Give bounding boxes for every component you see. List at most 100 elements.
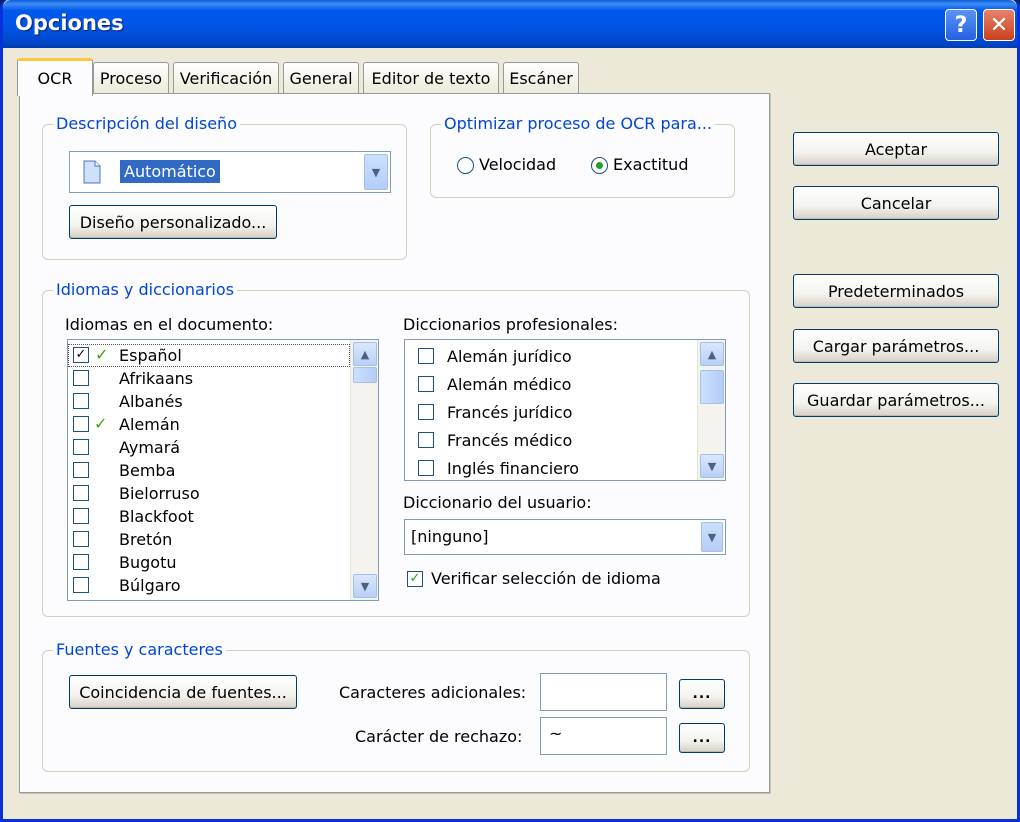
verify-language-label[interactable]: Verificar selección de idioma (431, 569, 661, 588)
list-item[interactable]: Bielorruso (68, 482, 350, 505)
pro-dictionaries-scrollbar[interactable]: ▲ ▼ (697, 340, 725, 480)
language-checkbox[interactable] (73, 554, 89, 570)
radio-selected-dot (596, 162, 603, 169)
tab-proceso[interactable]: Proceso (93, 62, 169, 94)
tab-escaner[interactable]: Escáner (503, 62, 579, 94)
language-checkbox[interactable] (73, 577, 89, 593)
language-name: Bielorruso (119, 484, 200, 503)
language-checkbox[interactable] (73, 393, 89, 409)
language-name: Bugotu (119, 553, 177, 572)
dictionary-checkbox[interactable] (418, 460, 434, 476)
group-legend: Optimizar proceso de OCR para... (441, 114, 716, 133)
speed-label[interactable]: Velocidad (479, 155, 556, 174)
language-checkbox[interactable] (73, 416, 89, 432)
tab-editor-de-texto[interactable]: Editor de texto (363, 62, 499, 94)
custom-layout-button[interactable]: Diseño personalizado... (69, 205, 277, 239)
languages-listbox[interactable]: ✓ ✓ Español Afrikaans Albanés ✓ Alemán A… (67, 339, 379, 601)
list-item[interactable]: Blackfoot (68, 505, 350, 528)
layout-combobox[interactable]: Automático ▼ (69, 151, 391, 193)
save-parameters-button[interactable]: Guardar parámetros... (793, 383, 999, 417)
group-legend: Descripción del diseño (53, 114, 240, 133)
language-name: Bemba (119, 461, 176, 480)
title-bar[interactable]: Opciones ? ✕ (3, 0, 1017, 48)
group-legend: Fuentes y caracteres (53, 640, 226, 659)
dictionary-name: Francés médico (447, 431, 573, 450)
tab-ocr[interactable]: OCR (17, 58, 93, 96)
scroll-up-icon[interactable]: ▲ (700, 342, 724, 366)
scroll-down-icon[interactable]: ▼ (700, 454, 724, 478)
languages-dictionaries-group: Idiomas y diccionarios Idiomas en el doc… (42, 280, 750, 617)
scroll-down-icon[interactable]: ▼ (353, 574, 377, 598)
list-item[interactable]: Alemán jurídico (405, 345, 697, 368)
list-item[interactable]: Búlgaro (68, 574, 350, 597)
close-button[interactable]: ✕ (983, 9, 1015, 41)
button-label: ... (692, 686, 712, 702)
language-checkbox[interactable] (73, 508, 89, 524)
language-checkbox[interactable] (73, 462, 89, 478)
extra-chars-browse-button[interactable]: ... (679, 679, 725, 709)
reject-char-input[interactable]: ~ (540, 717, 667, 755)
language-checkbox[interactable]: ✓ (73, 347, 89, 363)
list-item[interactable]: ✓ Alemán (68, 413, 350, 436)
ok-button[interactable]: Aceptar (793, 132, 999, 166)
pro-dictionaries-listbox[interactable]: Alemán jurídico Alemán médico Francés ju… (404, 339, 726, 481)
list-item[interactable]: Inglés financiero (405, 457, 697, 480)
dictionary-check-icon: ✓ (95, 346, 113, 364)
language-checkbox[interactable] (73, 439, 89, 455)
list-item[interactable]: Francés jurídico (405, 401, 697, 424)
list-item[interactable]: Bugotu (68, 551, 350, 574)
button-label: Cargar parámetros... (812, 336, 980, 356)
languages-scrollbar[interactable]: ▲ ▼ (350, 340, 378, 600)
tab-verificacion[interactable]: Verificación (173, 62, 279, 94)
dictionary-checkbox[interactable] (418, 376, 434, 392)
dictionary-name: Francés jurídico (447, 403, 573, 422)
button-label: Guardar parámetros... (807, 390, 985, 410)
scrollbar-thumb[interactable] (353, 367, 377, 383)
button-label: Diseño personalizado... (79, 212, 267, 232)
dictionary-name: Alemán médico (447, 375, 572, 394)
chevron-down-icon[interactable]: ▼ (364, 154, 388, 190)
user-dictionary-combobox[interactable]: [ninguno] ▼ (404, 519, 726, 555)
accuracy-radio[interactable] (591, 157, 608, 174)
language-checkbox[interactable] (73, 370, 89, 386)
cancel-button[interactable]: Cancelar (793, 186, 999, 220)
language-name: Blackfoot (119, 507, 194, 526)
list-item[interactable]: Afrikaans (68, 367, 350, 390)
font-matching-button[interactable]: Coincidencia de fuentes... (69, 675, 297, 709)
user-dictionary-value: [ninguno] (411, 527, 489, 546)
verify-language-checkbox[interactable]: ✓ (407, 571, 423, 587)
chevron-down-icon[interactable]: ▼ (701, 522, 723, 552)
dictionary-checkbox[interactable] (418, 432, 434, 448)
close-icon: ✕ (989, 12, 1009, 38)
tab-general[interactable]: General (283, 62, 359, 94)
language-name: Bretón (119, 530, 173, 549)
scroll-up-icon[interactable]: ▲ (353, 342, 377, 366)
list-item[interactable]: Bemba (68, 459, 350, 482)
list-item[interactable]: Albanés (68, 390, 350, 413)
language-name: Afrikaans (119, 369, 194, 388)
extra-chars-input[interactable] (540, 673, 667, 711)
reject-char-browse-button[interactable]: ... (679, 723, 725, 753)
help-button[interactable]: ? (945, 9, 977, 41)
group-legend: Idiomas y diccionarios (53, 280, 237, 299)
button-label: ... (692, 730, 712, 746)
list-item[interactable]: Francés médico (405, 429, 697, 452)
list-item[interactable]: Bretón (68, 528, 350, 551)
options-dialog: Opciones ? ✕ OCR Proceso Verificación Ge… (0, 0, 1020, 822)
languages-label: Idiomas en el documento: (65, 315, 274, 334)
button-label: Aceptar (864, 139, 928, 159)
language-checkbox[interactable] (73, 485, 89, 501)
language-checkbox[interactable] (73, 531, 89, 547)
speed-radio[interactable] (457, 157, 474, 174)
dictionary-checkbox[interactable] (418, 404, 434, 420)
load-parameters-button[interactable]: Cargar parámetros... (793, 329, 999, 363)
list-item[interactable]: Aymará (68, 436, 350, 459)
list-item[interactable]: Alemán médico (405, 373, 697, 396)
dictionary-name: Alemán jurídico (447, 347, 572, 366)
list-item[interactable]: ✓ ✓ Español (68, 344, 350, 367)
dictionary-checkbox[interactable] (418, 348, 434, 364)
scrollbar-thumb[interactable] (700, 370, 724, 404)
accuracy-label[interactable]: Exactitud (613, 155, 688, 174)
fonts-characters-group: Fuentes y caracteres Coincidencia de fue… (42, 640, 750, 772)
defaults-button[interactable]: Predeterminados (793, 274, 999, 308)
